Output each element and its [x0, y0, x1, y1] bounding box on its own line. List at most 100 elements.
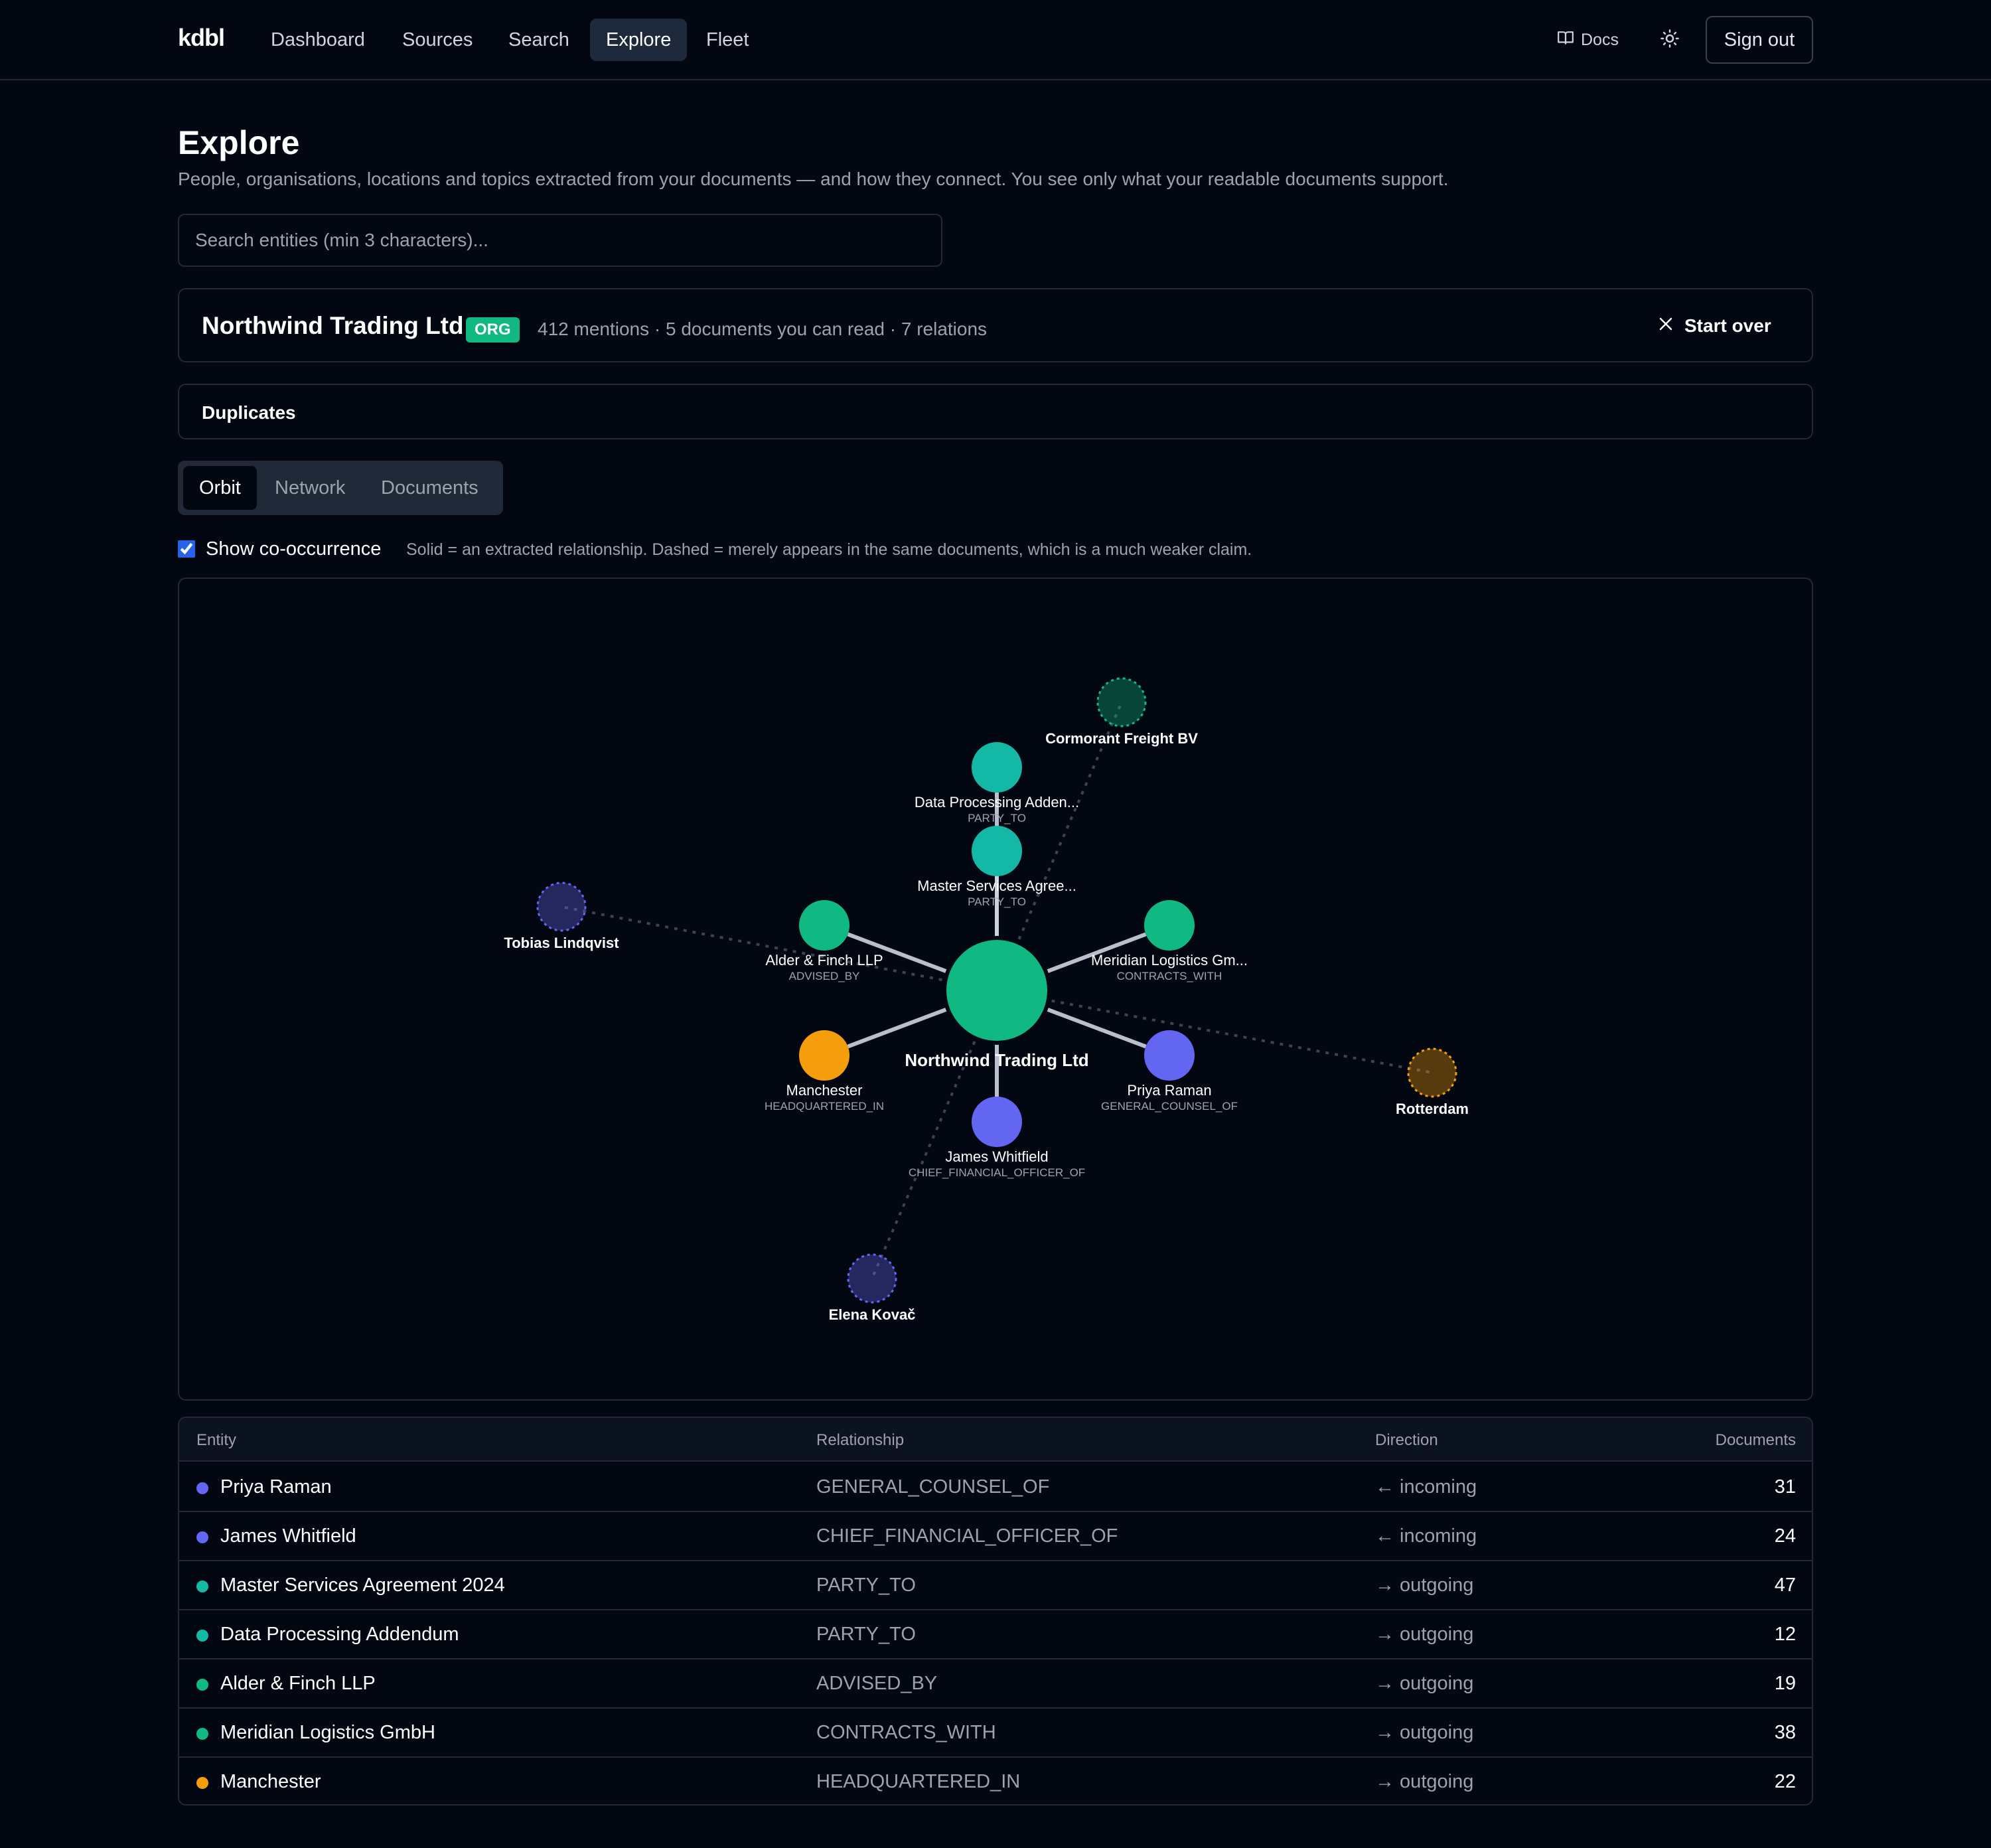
center-node-label: Northwind Trading Ltd: [905, 1050, 1088, 1070]
node-label: Elena Kovač: [829, 1306, 916, 1323]
cell-relationship: PARTY_TO: [816, 1575, 916, 1596]
node-relationship-label: HEADQUARTERED_IN: [765, 1100, 884, 1113]
related-node[interactable]: ManchesterHEADQUARTERED_IN: [765, 1030, 884, 1113]
node-label: Priya Raman: [1127, 1082, 1211, 1099]
cell-direction: → outgoing: [1375, 1722, 1474, 1743]
cell-entity[interactable]: Alder & Finch LLP: [220, 1673, 376, 1695]
entity-type-badge: ORG: [466, 317, 520, 343]
cell-documents: 38: [1774, 1722, 1796, 1743]
start-over-label: Start over: [1684, 315, 1771, 336]
cell-entity[interactable]: Manchester: [220, 1771, 321, 1793]
table-row[interactable]: Master Services Agreement 2024 PARTY_TO → …: [179, 1561, 1812, 1610]
nav-search[interactable]: Search: [492, 19, 585, 61]
cell-documents: 22: [1774, 1771, 1796, 1792]
orbit-graph-canvas[interactable]: Cormorant Freight BV Tobias Lindqvist Rott…: [179, 579, 1813, 1401]
cell-relationship: PARTY_TO: [816, 1624, 916, 1645]
header-relationship[interactable]: Relationship: [816, 1431, 904, 1450]
node-label: James Whitfield: [945, 1148, 1048, 1165]
graph-nodes: Cormorant Freight BV Tobias Lindqvist Rott…: [504, 677, 1469, 1323]
related-node[interactable]: Meridian Logistics Gm... CONTRACTS_WITH: [1091, 900, 1248, 982]
node-circle: [972, 742, 1022, 793]
node-relationship-label: ADVISED_BY: [789, 970, 860, 982]
table-header: Entity Relationship Direction Documents: [179, 1418, 1812, 1462]
entity-type-dot: [196, 1531, 208, 1543]
cell-documents: 47: [1774, 1575, 1796, 1596]
node-label: Meridian Logistics Gm...: [1091, 952, 1248, 968]
theme-toggle-button[interactable]: [1655, 25, 1684, 54]
docs-label: Docs: [1581, 30, 1619, 49]
duplicates-section[interactable]: Duplicates: [178, 384, 1813, 439]
nav-sources[interactable]: Sources: [386, 19, 488, 61]
header-direction[interactable]: Direction: [1375, 1431, 1438, 1450]
cell-entity[interactable]: James Whitfield: [220, 1525, 356, 1547]
node-label: Master Services Agree...: [917, 878, 1076, 894]
relationship-edge: [1047, 1008, 1147, 1049]
tab-orbit[interactable]: Orbit: [183, 466, 257, 510]
node-label: Data Processing Adden...: [915, 794, 1079, 810]
cooccurrence-checkbox[interactable]: [178, 540, 195, 558]
node-relationship-label: CHIEF_FINANCIAL_OFFICER_OF: [909, 1166, 1085, 1179]
related-node[interactable]: Master Services Agree...PARTY_TO: [917, 826, 1076, 908]
cooccurrence-edge: [561, 905, 997, 992]
node-label: Tobias Lindqvist: [504, 935, 619, 951]
cell-relationship: CHIEF_FINANCIAL_OFFICER_OF: [816, 1525, 1118, 1547]
cooccurrence-note: Solid = an extracted relationship. Dashe…: [406, 540, 1252, 559]
nav-dashboard[interactable]: Dashboard: [255, 19, 381, 61]
node-circle: [536, 882, 587, 932]
cell-direction: ← incoming: [1375, 1476, 1477, 1498]
table-row[interactable]: Meridian Logistics GmbH CONTRACTS_WITH → o…: [179, 1709, 1812, 1758]
related-node[interactable]: James WhitfieldCHIEF_FINANCIAL_OFFICER_O…: [909, 1097, 1085, 1179]
cell-relationship: GENERAL_COUNSEL_OF: [816, 1476, 1050, 1498]
node-circle: [972, 826, 1022, 876]
table-row[interactable]: Data Processing Addendum PARTY_TO → outgoi…: [179, 1610, 1812, 1659]
sign-out-button[interactable]: Sign out: [1706, 16, 1813, 64]
brand-logo[interactable]: kdbl: [178, 24, 225, 52]
table-row[interactable]: Priya Raman GENERAL_COUNSEL_OF ← incoming 3…: [179, 1463, 1812, 1512]
entity-type-dot: [196, 1679, 208, 1691]
orbit-graph[interactable]: Cormorant Freight BV Tobias Lindqvist Rott…: [178, 578, 1813, 1401]
header-entity[interactable]: Entity: [196, 1431, 236, 1450]
cooccurrence-node[interactable]: Cormorant Freight BV: [1045, 677, 1198, 747]
tab-network[interactable]: Network: [259, 466, 361, 510]
cooccurrence-node[interactable]: Tobias Lindqvist: [504, 882, 619, 951]
nav-fleet[interactable]: Fleet: [690, 19, 765, 61]
cooccurrence-label[interactable]: Show co-occurrence: [206, 538, 381, 560]
cell-entity[interactable]: Priya Raman: [220, 1476, 332, 1498]
table-row[interactable]: James Whitfield CHIEF_FINANCIAL_OFFICER_O…: [179, 1512, 1812, 1561]
table-row[interactable]: Manchester HEADQUARTERED_IN → outgoing 22: [179, 1758, 1812, 1804]
entity-search-input[interactable]: [178, 214, 942, 267]
cell-entity[interactable]: Master Services Agreement 2024: [220, 1575, 505, 1596]
cell-relationship: ADVISED_BY: [816, 1673, 938, 1694]
duplicates-title: Duplicates: [202, 402, 296, 423]
entity-type-dot: [196, 1728, 208, 1740]
node-circle: [847, 1253, 897, 1304]
related-node[interactable]: Priya RamanGENERAL_COUNSEL_OF: [1101, 1030, 1238, 1113]
node-label: Rotterdam: [1396, 1101, 1469, 1117]
tab-documents[interactable]: Documents: [365, 466, 494, 510]
docs-link[interactable]: Docs: [1557, 27, 1619, 53]
relations-table: Entity Relationship Direction Documents …: [178, 1417, 1813, 1806]
cooccurrence-toggle[interactable]: Show co-occurrence: [178, 536, 381, 562]
cell-direction: ← incoming: [1375, 1525, 1477, 1547]
cell-relationship: HEADQUARTERED_IN: [816, 1771, 1021, 1792]
entity-type-dot: [196, 1580, 208, 1592]
selected-entity-card: Northwind Trading Ltd ORG 412 mentions ·…: [178, 288, 1813, 362]
cooccurrence-node[interactable]: Rotterdam: [1396, 1047, 1469, 1117]
node-relationship-label: PARTY_TO: [968, 812, 1026, 824]
node-label: Alder & Finch LLP: [765, 952, 883, 968]
node-label: Manchester: [786, 1082, 863, 1099]
cooccurrence-node[interactable]: Elena Kovač: [829, 1253, 916, 1323]
header-documents[interactable]: Documents: [1716, 1431, 1796, 1450]
cell-direction: → outgoing: [1375, 1575, 1474, 1596]
cell-entity[interactable]: Meridian Logistics GmbH: [220, 1722, 435, 1744]
nav-explore[interactable]: Explore: [590, 19, 688, 61]
cell-documents: 19: [1774, 1673, 1796, 1694]
node-circle: [799, 1030, 849, 1081]
start-over-button[interactable]: Start over: [1658, 309, 1771, 343]
table-row[interactable]: Alder & Finch LLP ADVISED_BY → outgoing 19: [179, 1659, 1812, 1709]
cell-entity[interactable]: Data Processing Addendum: [220, 1624, 459, 1646]
center-node[interactable]: Northwind Trading Ltd: [905, 940, 1089, 1070]
view-tabs: Orbit Network Documents: [178, 461, 503, 515]
node-label: Cormorant Freight BV: [1045, 730, 1198, 747]
related-node[interactable]: Data Processing Adden... PARTY_TO: [915, 742, 1079, 824]
